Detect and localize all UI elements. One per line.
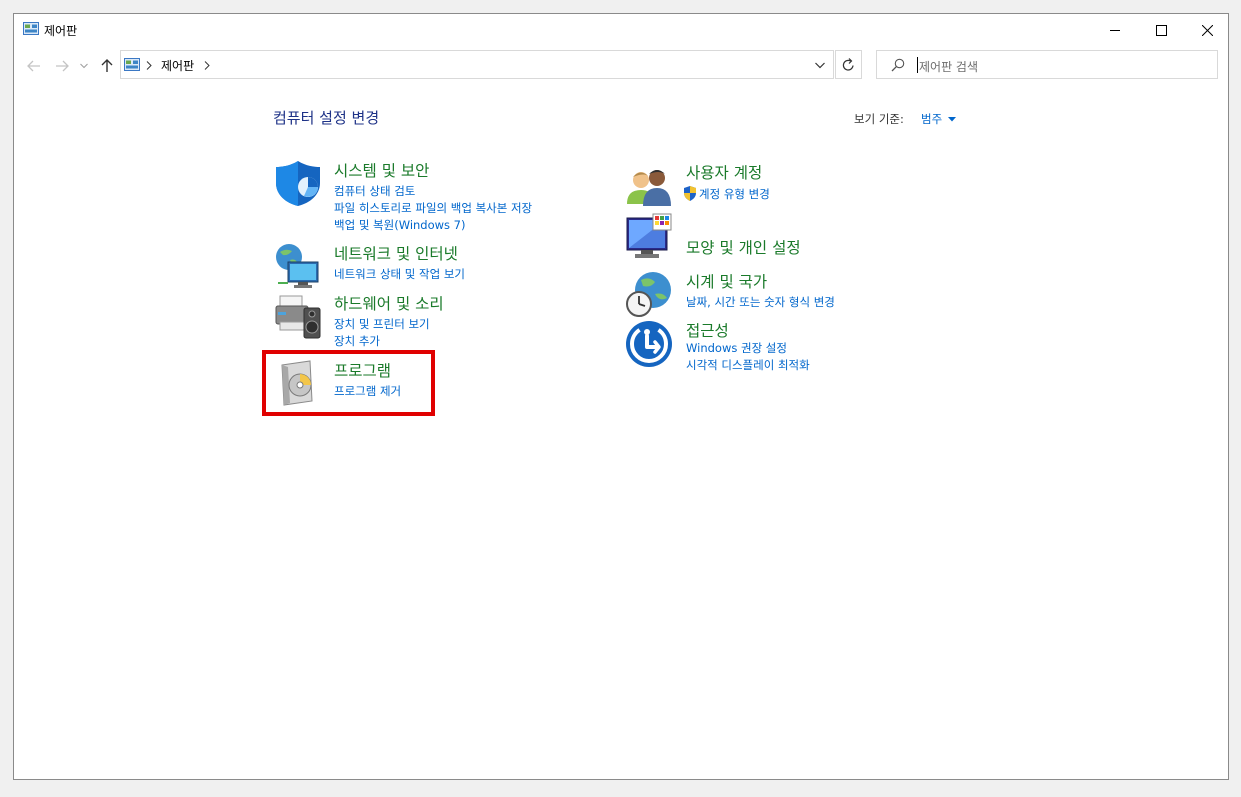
- search-icon: [891, 58, 905, 72]
- forward-arrow-icon: [56, 60, 69, 72]
- view-by-label: 보기 기준:: [854, 112, 904, 126]
- forward-button[interactable]: [52, 56, 72, 76]
- breadcrumb-separator-icon[interactable]: [204, 61, 210, 70]
- view-by-value: 범주: [921, 112, 943, 126]
- category-title[interactable]: 시스템 및 보안: [334, 159, 429, 181]
- category-title[interactable]: 모양 및 개인 설정: [686, 236, 801, 258]
- category-title[interactable]: 네트워크 및 인터넷: [334, 242, 458, 264]
- hardware-sound-icon: [275, 295, 321, 339]
- back-arrow-icon: [27, 60, 40, 72]
- link-optimize-display[interactable]: 시각적 디스플레이 최적화: [686, 357, 810, 373]
- maximize-button[interactable]: [1138, 14, 1184, 46]
- breadcrumb-control-panel[interactable]: 제어판: [161, 57, 194, 74]
- up-arrow-icon: [101, 59, 113, 72]
- window-title: 제어판: [44, 24, 78, 38]
- recent-locations-button[interactable]: [78, 56, 90, 76]
- link-date-time-format[interactable]: 날짜, 시간 또는 숫자 형식 변경: [686, 294, 835, 310]
- breadcrumb-separator-icon: [146, 61, 152, 70]
- text-cursor: [917, 57, 918, 73]
- minimize-icon: [1109, 29, 1120, 31]
- accessibility-icon: [626, 321, 672, 367]
- view-by-dropdown[interactable]: 범주: [921, 111, 956, 127]
- close-button[interactable]: [1184, 14, 1230, 46]
- navigation-bar: 제어판 제어판 검색: [14, 50, 1228, 82]
- users-icon: [627, 170, 671, 206]
- appearance-icon: [626, 213, 672, 258]
- network-icon: [276, 244, 319, 288]
- uac-shield-icon: [684, 186, 696, 201]
- shield-icon: [276, 161, 320, 206]
- chevron-down-icon: [80, 63, 88, 69]
- close-icon: [1201, 24, 1213, 36]
- highlight-box: [262, 350, 435, 416]
- title-bar: 제어판: [14, 14, 1228, 46]
- up-button[interactable]: [97, 56, 117, 76]
- clock-globe-icon: [626, 272, 671, 317]
- control-panel-icon: [124, 58, 140, 71]
- control-panel-window: 제어판 제어판 제어판 검색 컴퓨터 설정 변경 보기 기준: 범주 시스템 및…: [13, 13, 1229, 780]
- link-network-status[interactable]: 네트워크 상태 및 작업 보기: [334, 266, 465, 282]
- category-title[interactable]: 시계 및 국가: [686, 270, 767, 292]
- control-panel-icon: [23, 22, 39, 35]
- link-change-account-type[interactable]: 계정 유형 변경: [699, 186, 770, 202]
- link-review-status[interactable]: 컴퓨터 상태 검토: [334, 183, 415, 199]
- link-file-history[interactable]: 파일 히스토리로 파일의 백업 복사본 저장: [334, 200, 532, 216]
- back-button[interactable]: [24, 56, 44, 76]
- refresh-icon: [842, 57, 854, 71]
- address-field[interactable]: 제어판: [120, 50, 834, 79]
- link-backup-restore[interactable]: 백업 및 복원(Windows 7): [334, 217, 466, 233]
- caret-down-icon: [947, 117, 956, 122]
- address-dropdown-icon[interactable]: [815, 62, 825, 69]
- minimize-button[interactable]: [1092, 14, 1138, 46]
- category-title[interactable]: 사용자 계정: [686, 161, 762, 183]
- category-title[interactable]: 하드웨어 및 소리: [334, 292, 444, 314]
- maximize-icon: [1155, 24, 1167, 36]
- search-placeholder: 제어판 검색: [919, 60, 979, 74]
- refresh-button[interactable]: [835, 50, 862, 79]
- link-add-device[interactable]: 장치 추가: [334, 333, 380, 349]
- link-devices-printers[interactable]: 장치 및 프린터 보기: [334, 316, 430, 332]
- category-title[interactable]: 접근성: [686, 319, 729, 341]
- search-box[interactable]: 제어판 검색: [876, 50, 1218, 79]
- link-windows-recommended[interactable]: Windows 권장 설정: [686, 340, 787, 356]
- page-title: 컴퓨터 설정 변경: [273, 109, 380, 127]
